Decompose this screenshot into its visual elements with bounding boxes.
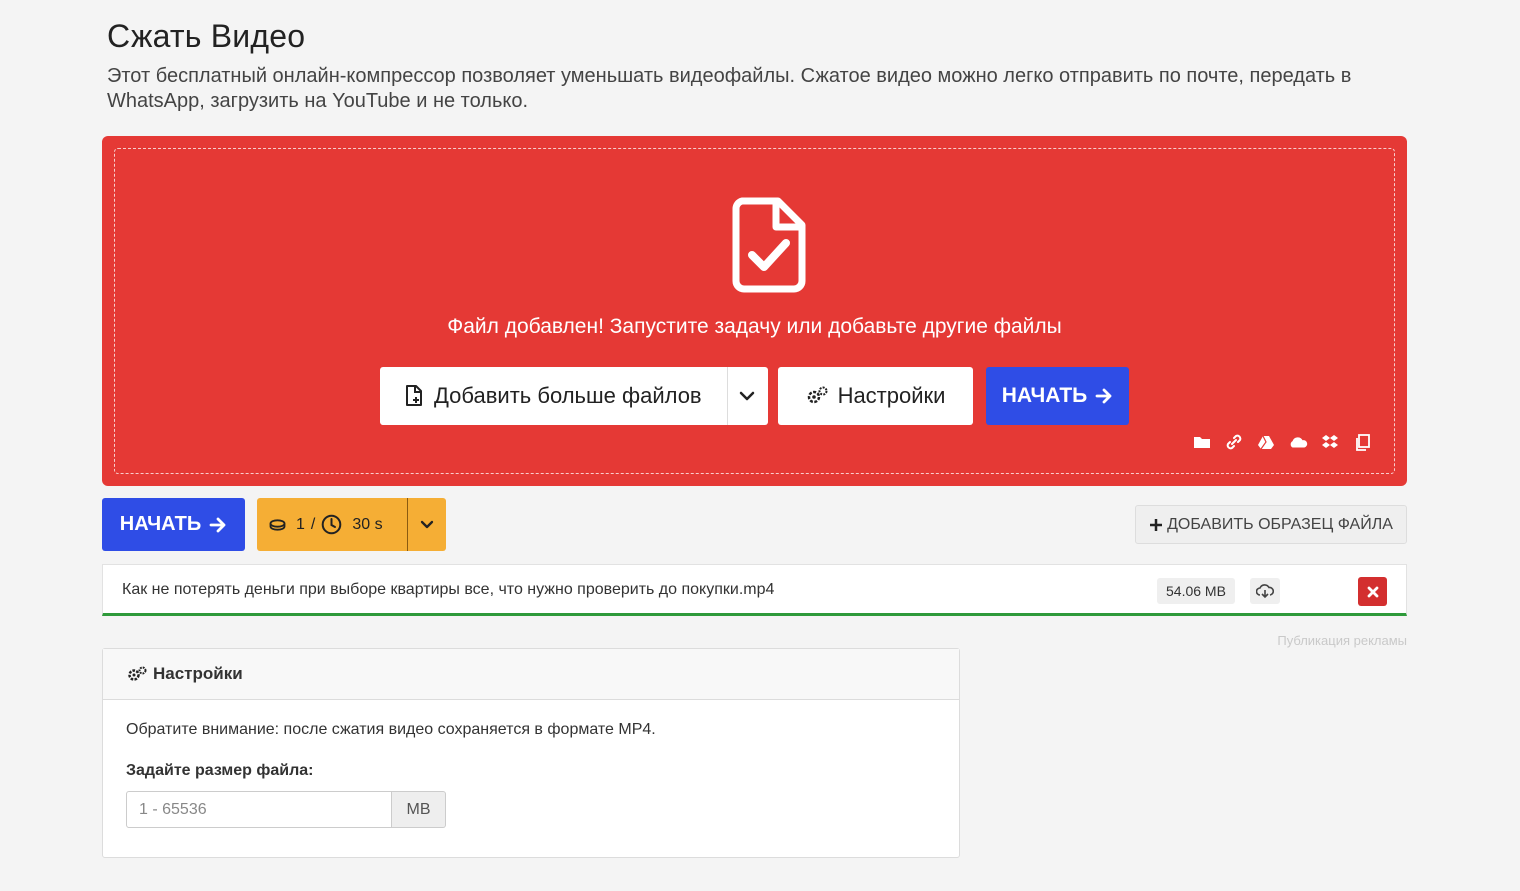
file-size-input[interactable] xyxy=(126,791,392,828)
settings-label: Настройки xyxy=(837,383,946,408)
add-sample-file-button[interactable]: ДОБАВИТЬ ОБРАЗЕЦ ФАЙЛА xyxy=(1135,505,1407,544)
arrow-right-icon xyxy=(209,517,226,532)
ad-label: Публикация рекламы xyxy=(1277,633,1407,648)
settings-panel-header: Настройки xyxy=(103,649,959,700)
add-more-files-button[interactable]: Добавить больше файлов xyxy=(380,367,768,425)
file-check-icon xyxy=(732,197,806,293)
credits-separator: / xyxy=(310,515,316,533)
arrow-right-icon xyxy=(1095,388,1112,404)
file-delete-button[interactable] xyxy=(1358,577,1387,606)
clock-icon xyxy=(322,514,342,535)
page-description: Этот бесплатный онлайн-компрессор позвол… xyxy=(107,65,1352,112)
add-more-files-label: Добавить больше файлов xyxy=(434,383,702,408)
settings-note: Обратите внимание: после сжатия видео со… xyxy=(126,721,656,738)
file-plus-icon xyxy=(404,385,424,407)
credits-dropdown-toggle[interactable] xyxy=(408,520,446,529)
page-title: Сжать Видео xyxy=(107,18,306,54)
credits-cost-button[interactable]: 1 / 30 s xyxy=(257,498,446,551)
folder-icon[interactable] xyxy=(1192,433,1212,451)
add-sample-label: ДОБАВИТЬ ОБРАЗЕЦ ФАЙЛА xyxy=(1167,515,1393,533)
close-icon xyxy=(1367,586,1378,597)
gears-icon xyxy=(806,386,828,406)
settings-panel-title: Настройки xyxy=(153,664,243,683)
credits-value: 1 xyxy=(296,515,305,533)
add-files-dropdown-toggle[interactable] xyxy=(728,367,766,425)
plus-icon xyxy=(1150,518,1163,531)
link-icon[interactable] xyxy=(1224,433,1244,451)
settings-button[interactable]: Настройки xyxy=(778,367,973,425)
start-button[interactable]: НАЧАТЬ xyxy=(102,498,245,551)
upload-source-icons xyxy=(1192,433,1372,451)
dropzone-border: Файл добавлен! Запустите задачу или доба… xyxy=(114,148,1395,474)
file-row: Как не потерять деньги при выборе кварти… xyxy=(102,564,1407,616)
google-drive-icon[interactable] xyxy=(1256,433,1276,451)
clipboard-icon[interactable] xyxy=(1352,433,1372,451)
file-size-badge: 54.06 MB xyxy=(1157,578,1235,604)
upload-dropzone[interactable]: Файл добавлен! Запустите задачу или доба… xyxy=(102,136,1407,486)
time-value: 30 s xyxy=(352,515,383,533)
gears-icon xyxy=(128,666,147,681)
start-button-label: НАЧАТЬ xyxy=(119,513,202,535)
dropzone-message: Файл добавлен! Запустите задачу или доба… xyxy=(447,315,1062,338)
chevron-down-icon xyxy=(739,391,755,401)
dropbox-icon[interactable] xyxy=(1320,433,1340,451)
chevron-down-icon xyxy=(420,520,434,529)
settings-panel: Настройки Обратите внимание: после сжати… xyxy=(102,648,960,858)
file-size-label: Задайте размер файла: xyxy=(126,762,314,779)
file-name: Как не потерять деньги при выборе кварти… xyxy=(122,581,775,598)
start-label: НАЧАТЬ xyxy=(1001,384,1088,407)
coin-icon xyxy=(269,518,286,531)
start-button-top[interactable]: НАЧАТЬ xyxy=(986,367,1129,425)
onedrive-icon[interactable] xyxy=(1288,433,1308,451)
file-size-unit: MB xyxy=(392,791,446,828)
cloud-download-icon xyxy=(1256,583,1274,598)
file-save-button[interactable] xyxy=(1250,578,1280,604)
